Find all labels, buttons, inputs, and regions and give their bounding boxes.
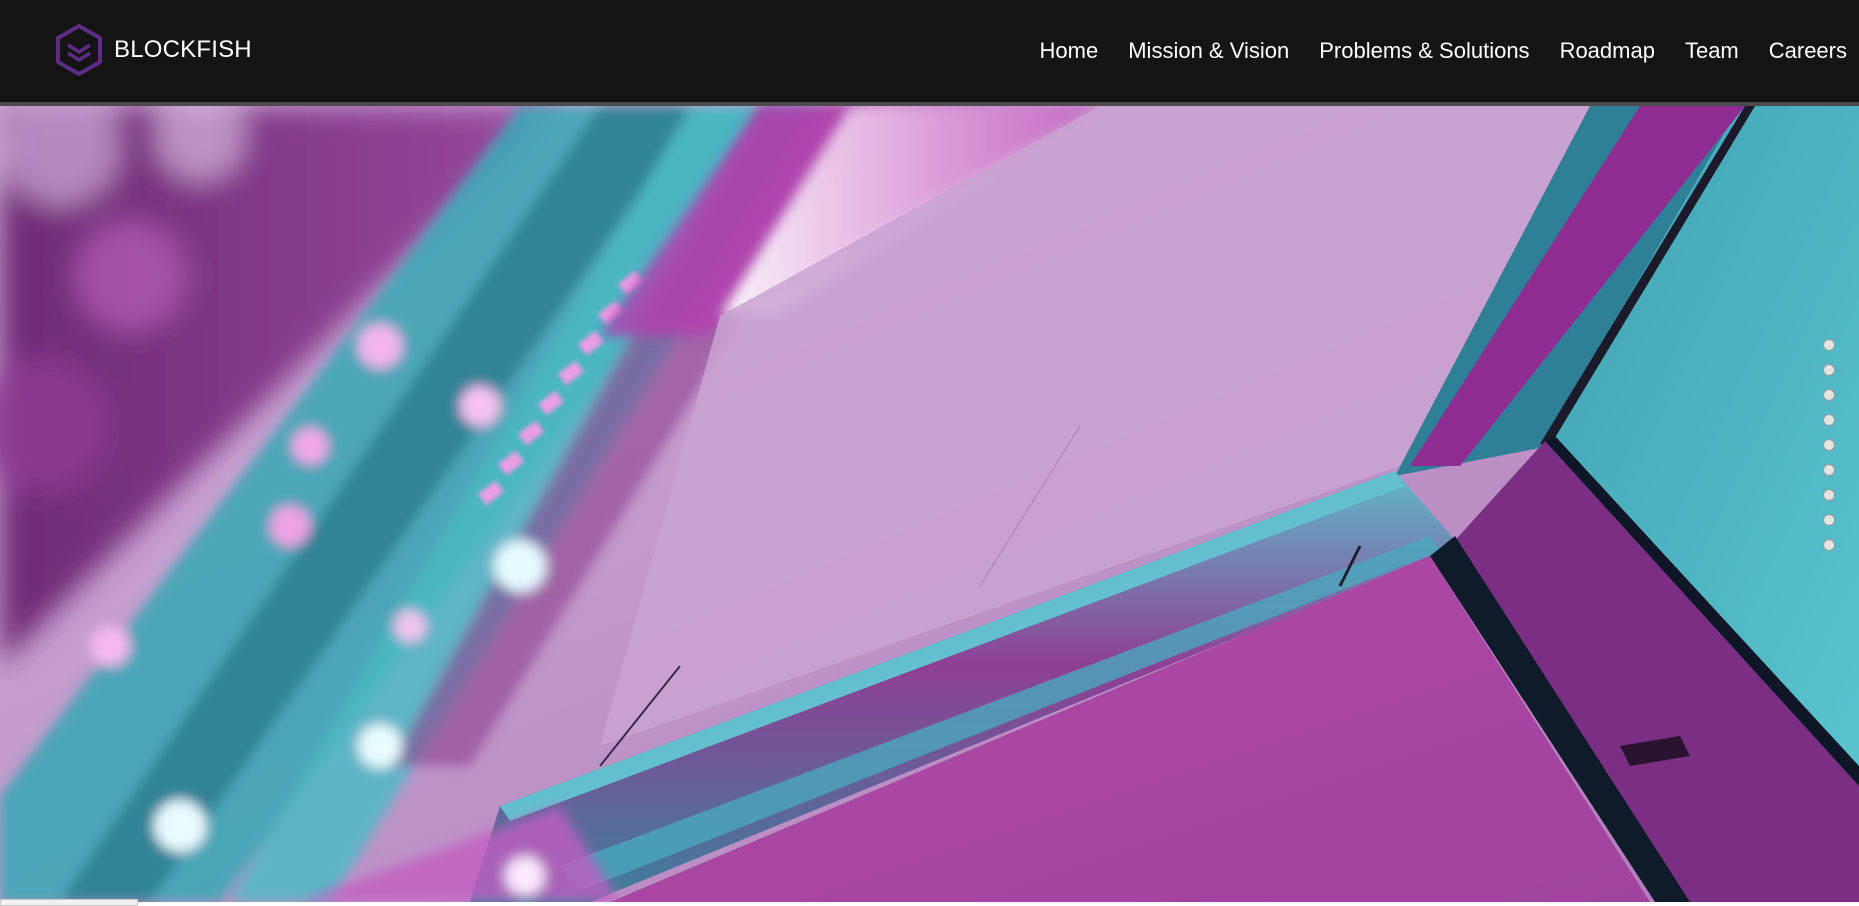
pagination-dot-6[interactable] — [1823, 464, 1835, 476]
hero-background-image — [0, 106, 1859, 902]
nav-careers-link[interactable]: Careers — [1769, 38, 1847, 64]
nav-roadmap-link[interactable]: Roadmap — [1560, 38, 1655, 64]
nav-mission-vision-link[interactable]: Mission & Vision — [1128, 38, 1289, 64]
nav-home-link[interactable]: Home — [1040, 38, 1099, 64]
brand-name: BLOCKFISH — [114, 36, 252, 63]
pagination-dot-2[interactable] — [1823, 364, 1835, 376]
browser-status-bar — [0, 899, 138, 906]
pagination-dot-1[interactable] — [1823, 339, 1835, 351]
hexagon-chevron-logo-icon — [56, 24, 102, 76]
pagination-dot-5[interactable] — [1823, 439, 1835, 451]
top-navbar: BLOCKFISH Home Mission & Vision Problems… — [0, 0, 1859, 106]
pagination-dot-8[interactable] — [1823, 514, 1835, 526]
section-pagination-dots — [1823, 339, 1835, 551]
nav-team-link[interactable]: Team — [1685, 38, 1739, 64]
pagination-dot-4[interactable] — [1823, 414, 1835, 426]
hero-section — [0, 106, 1859, 902]
page-bottom-edge — [0, 902, 1859, 906]
brand-logo-link[interactable]: BLOCKFISH — [54, 23, 252, 77]
pagination-dot-3[interactable] — [1823, 389, 1835, 401]
pagination-dot-9[interactable] — [1823, 539, 1835, 551]
pagination-dot-7[interactable] — [1823, 489, 1835, 501]
nav-problems-solutions-link[interactable]: Problems & Solutions — [1319, 38, 1529, 64]
main-nav: Home Mission & Vision Problems & Solutio… — [1010, 38, 1847, 64]
